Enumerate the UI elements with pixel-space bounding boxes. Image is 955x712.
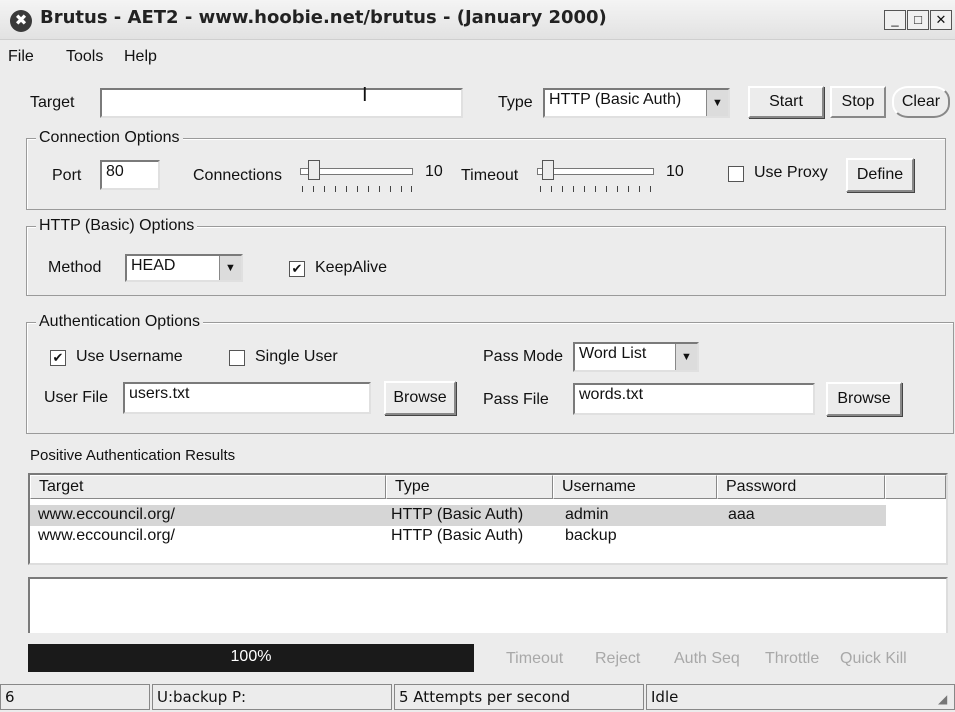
type-label: Type (498, 94, 533, 111)
target-label: Target (30, 94, 75, 111)
close-button[interactable]: ✕ (930, 10, 952, 30)
row-type: HTTP (Basic Auth) (391, 506, 524, 523)
table-row[interactable]: www.eccouncil.org/ HTTP (Basic Auth) bac… (30, 526, 886, 547)
pass-mode-label: Pass Mode (483, 348, 564, 365)
connections-slider-thumb[interactable] (308, 160, 320, 180)
indicator-throttle: Throttle (765, 650, 820, 667)
browse-user-file-button[interactable]: Browse (384, 381, 456, 415)
status-rate: 5 Attempts per second (394, 684, 644, 710)
indicator-auth-seq: Auth Seq (674, 650, 740, 667)
column-header-target[interactable]: Target (30, 475, 386, 499)
pass-mode-select-value: Word List (579, 345, 647, 362)
log-area[interactable] (28, 577, 948, 633)
timeout-slider-ticks (540, 186, 652, 192)
maximize-button[interactable]: □ (907, 10, 929, 30)
chevron-down-icon[interactable]: ▼ (706, 90, 728, 116)
http-options-title: HTTP (Basic) Options (36, 217, 198, 235)
clear-button[interactable]: Clear (892, 86, 950, 118)
window-title: Brutus - AET2 - www.hoobie.net/brutus - … (40, 7, 607, 28)
menu-file[interactable]: File (8, 48, 34, 66)
port-label: Port (52, 167, 82, 184)
status-count: 6 (0, 684, 150, 710)
indicator-reject: Reject (595, 650, 641, 667)
row-target: www.eccouncil.org/ (38, 527, 175, 544)
user-file-input[interactable]: users.txt (123, 382, 371, 414)
indicator-quick-kill: Quick Kill (840, 650, 907, 667)
progress-text: 100% (230, 648, 272, 665)
connection-options-title: Connection Options (36, 129, 183, 147)
pass-file-label: Pass File (483, 391, 549, 408)
use-username-label: Use Username (76, 348, 183, 365)
row-type: HTTP (Basic Auth) (391, 527, 524, 544)
row-username: backup (565, 527, 617, 544)
stop-button[interactable]: Stop (830, 86, 886, 118)
row-target: www.eccouncil.org/ (38, 506, 175, 523)
target-input[interactable] (100, 88, 463, 118)
type-select[interactable]: HTTP (Basic Auth) ▼ (543, 88, 730, 118)
progress-bar: 100% (28, 644, 474, 672)
table-row[interactable]: www.eccouncil.org/ HTTP (Basic Auth) adm… (30, 505, 886, 526)
column-header-username[interactable]: Username (553, 475, 717, 499)
menu-tools[interactable]: Tools (66, 48, 103, 66)
status-current: U:backup P: (152, 684, 392, 710)
keepalive-checkbox[interactable]: ✔ (289, 261, 305, 277)
timeout-slider-thumb[interactable] (542, 160, 554, 180)
column-header-password[interactable]: Password (717, 475, 885, 499)
define-button[interactable]: Define (846, 158, 914, 192)
results-title: Positive Authentication Results (30, 447, 236, 464)
method-select[interactable]: HEAD ▼ (125, 254, 243, 282)
column-header-filler (885, 475, 946, 499)
pass-file-input[interactable]: words.txt (573, 383, 815, 415)
column-header-type[interactable]: Type (386, 475, 553, 499)
chevron-down-icon[interactable]: ▼ (219, 256, 241, 280)
timeout-slider-track[interactable] (537, 168, 654, 175)
method-label: Method (48, 259, 102, 276)
type-select-value: HTTP (Basic Auth) (549, 91, 682, 108)
single-user-label: Single User (255, 348, 338, 365)
indicator-timeout: Timeout (506, 650, 564, 667)
resize-grip-icon[interactable]: ◢ (938, 692, 947, 706)
chevron-down-icon[interactable]: ▼ (675, 344, 697, 370)
keepalive-label: KeepAlive (315, 259, 388, 276)
app-icon[interactable]: ✖ (10, 10, 32, 32)
row-username: admin (565, 506, 609, 523)
authentication-options-title: Authentication Options (36, 313, 203, 331)
user-file-label: User File (44, 389, 109, 406)
row-password: aaa (728, 506, 755, 523)
timeout-label: Timeout (461, 167, 519, 184)
port-input[interactable]: 80 (100, 160, 160, 190)
single-user-checkbox[interactable] (229, 350, 245, 366)
minimize-button[interactable]: _ (884, 10, 906, 30)
authentication-options-group (26, 322, 954, 434)
start-button[interactable]: Start (748, 86, 824, 118)
menu-help[interactable]: Help (124, 48, 157, 66)
use-proxy-label: Use Proxy (754, 164, 828, 181)
timeout-value: 10 (666, 163, 684, 180)
status-state: Idle (646, 684, 955, 710)
use-username-checkbox[interactable]: ✔ (50, 350, 66, 366)
text-cursor-icon: I (362, 84, 368, 106)
connections-label: Connections (193, 167, 282, 184)
pass-mode-select[interactable]: Word List ▼ (573, 342, 699, 372)
connections-value: 10 (425, 163, 443, 180)
method-select-value: HEAD (131, 257, 176, 274)
browse-pass-file-button[interactable]: Browse (826, 382, 902, 416)
use-proxy-checkbox[interactable] (728, 166, 744, 182)
connections-slider-ticks (302, 186, 412, 192)
